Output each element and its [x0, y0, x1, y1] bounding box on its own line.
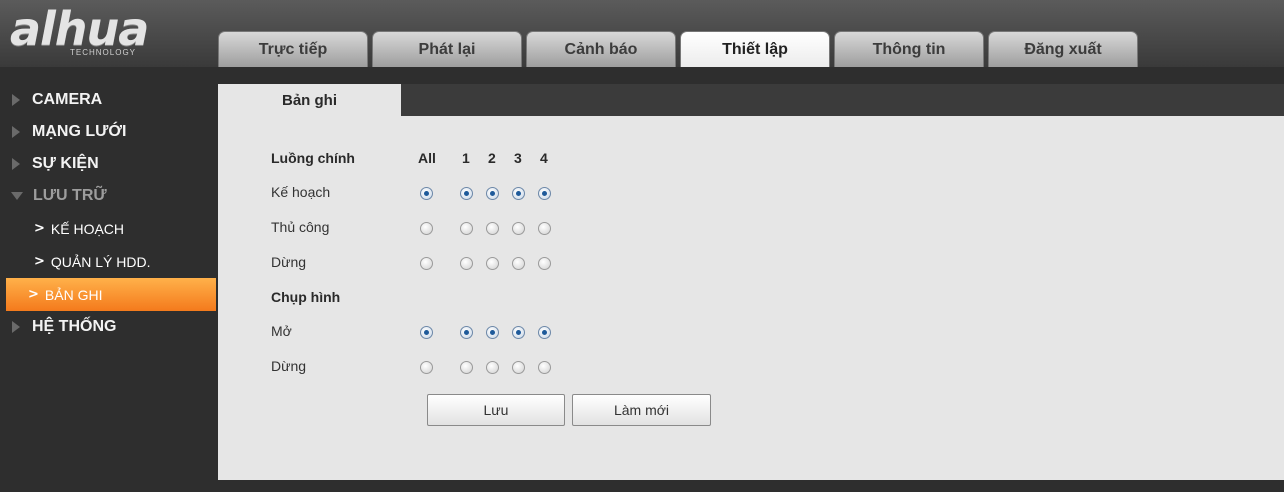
tab-info[interactable]: Thông tin — [834, 31, 984, 67]
radio-manual-4[interactable] — [538, 222, 551, 235]
snapshot-label: Chụp hình — [271, 289, 341, 305]
dahua-logo: alhua TECHNOLOGY — [10, 2, 200, 62]
sidebar-item-label: SỰ KIỆN — [32, 155, 99, 172]
tab-logout[interactable]: Đăng xuất — [988, 31, 1138, 67]
radio-schedule-all[interactable] — [420, 187, 433, 200]
expand-arrow-icon — [12, 94, 20, 106]
radio-stop-all[interactable] — [420, 257, 433, 270]
radio-schedule-1[interactable] — [460, 187, 473, 200]
main-stream-label: Luồng chính — [271, 150, 355, 166]
radio-schedule-3[interactable] — [512, 187, 525, 200]
radio-manual-3[interactable] — [512, 222, 525, 235]
sidebar: CAMERA MẠNG LƯỚI SỰ KIỆN LƯU TRỮ > KẾ HO… — [0, 84, 218, 343]
radio-schedule-4[interactable] — [538, 187, 551, 200]
top-tab-bar: Trực tiếp Phát lại Cảnh báo Thiết lập Th… — [218, 31, 1142, 67]
record-settings-panel: Luồng chính All 1 2 3 4 Kế hoạch Thủ côn… — [218, 116, 1284, 480]
sidebar-subitem-schedule[interactable]: > KẾ HOẠCH — [6, 212, 216, 245]
logo-subtitle: TECHNOLOGY — [70, 48, 137, 57]
header: alhua TECHNOLOGY Trực tiếp Phát lại Cảnh… — [0, 0, 1284, 67]
row-label-snapshot-on: Mở — [271, 323, 292, 339]
radio-snapshot-stop-3[interactable] — [512, 361, 525, 374]
radio-snapshot-stop-1[interactable] — [460, 361, 473, 374]
expand-arrow-icon — [12, 126, 20, 138]
sidebar-item-label: HỆ THỐNG — [32, 318, 117, 335]
tab-setup[interactable]: Thiết lập — [680, 31, 830, 67]
sidebar-item-network[interactable]: MẠNG LƯỚI — [0, 116, 218, 148]
sidebar-item-label: MẠNG LƯỚI — [32, 123, 127, 140]
radio-snapshot-on-3[interactable] — [512, 326, 525, 339]
radio-snapshot-stop-2[interactable] — [486, 361, 499, 374]
radio-snapshot-stop-all[interactable] — [420, 361, 433, 374]
radio-stop-2[interactable] — [486, 257, 499, 270]
panel-tab-record[interactable]: Bản ghi — [218, 84, 401, 116]
sidebar-item-camera[interactable]: CAMERA — [0, 84, 218, 116]
radio-snapshot-on-all[interactable] — [420, 326, 433, 339]
chevron-right-icon: > — [34, 254, 45, 269]
column-header-3: 3 — [514, 150, 522, 166]
sidebar-item-event[interactable]: SỰ KIỆN — [0, 148, 218, 180]
radio-manual-all[interactable] — [420, 222, 433, 235]
radio-stop-1[interactable] — [460, 257, 473, 270]
tab-live[interactable]: Trực tiếp — [218, 31, 368, 67]
radio-snapshot-on-1[interactable] — [460, 326, 473, 339]
sidebar-subitem-hdd-manage[interactable]: > QUẢN LÝ HDD. — [6, 245, 216, 278]
sidebar-item-label: CAMERA — [32, 91, 103, 108]
sidebar-subitem-record[interactable]: > BẢN GHI — [6, 278, 216, 311]
chevron-right-icon: > — [28, 287, 39, 302]
collapse-arrow-icon — [11, 192, 23, 200]
sidebar-item-system[interactable]: HỆ THỐNG — [0, 311, 218, 343]
column-header-all: All — [418, 150, 436, 166]
column-header-1: 1 — [462, 150, 470, 166]
row-label-stop: Dừng — [271, 254, 307, 270]
expand-arrow-icon — [12, 321, 20, 333]
radio-schedule-2[interactable] — [486, 187, 499, 200]
expand-arrow-icon — [12, 158, 20, 170]
chevron-right-icon: > — [34, 221, 45, 236]
radio-snapshot-stop-4[interactable] — [538, 361, 551, 374]
sidebar-item-storage[interactable]: LƯU TRỮ — [0, 180, 218, 212]
column-header-2: 2 — [488, 150, 496, 166]
radio-snapshot-on-2[interactable] — [486, 326, 499, 339]
row-label-manual: Thủ công — [271, 219, 330, 235]
radio-snapshot-on-4[interactable] — [538, 326, 551, 339]
sidebar-subitem-label: BẢN GHI — [44, 286, 103, 303]
panel-tab-bar: Bản ghi — [218, 84, 1284, 116]
radio-stop-4[interactable] — [538, 257, 551, 270]
tab-alarm[interactable]: Cảnh báo — [526, 31, 676, 67]
tab-playback[interactable]: Phát lại — [372, 31, 522, 67]
column-header-4: 4 — [540, 150, 548, 166]
row-label-snapshot-stop: Dừng — [271, 358, 307, 374]
sidebar-subitem-label: KẾ HOẠCH — [50, 220, 125, 237]
sidebar-item-label: LƯU TRỮ — [33, 187, 107, 204]
sidebar-subitem-label: QUẢN LÝ HDD. — [50, 253, 151, 270]
radio-stop-3[interactable] — [512, 257, 525, 270]
radio-manual-1[interactable] — [460, 222, 473, 235]
refresh-button[interactable]: Làm mới — [572, 394, 711, 426]
radio-manual-2[interactable] — [486, 222, 499, 235]
row-label-schedule: Kế hoạch — [271, 184, 331, 200]
save-button[interactable]: Lưu — [427, 394, 565, 426]
